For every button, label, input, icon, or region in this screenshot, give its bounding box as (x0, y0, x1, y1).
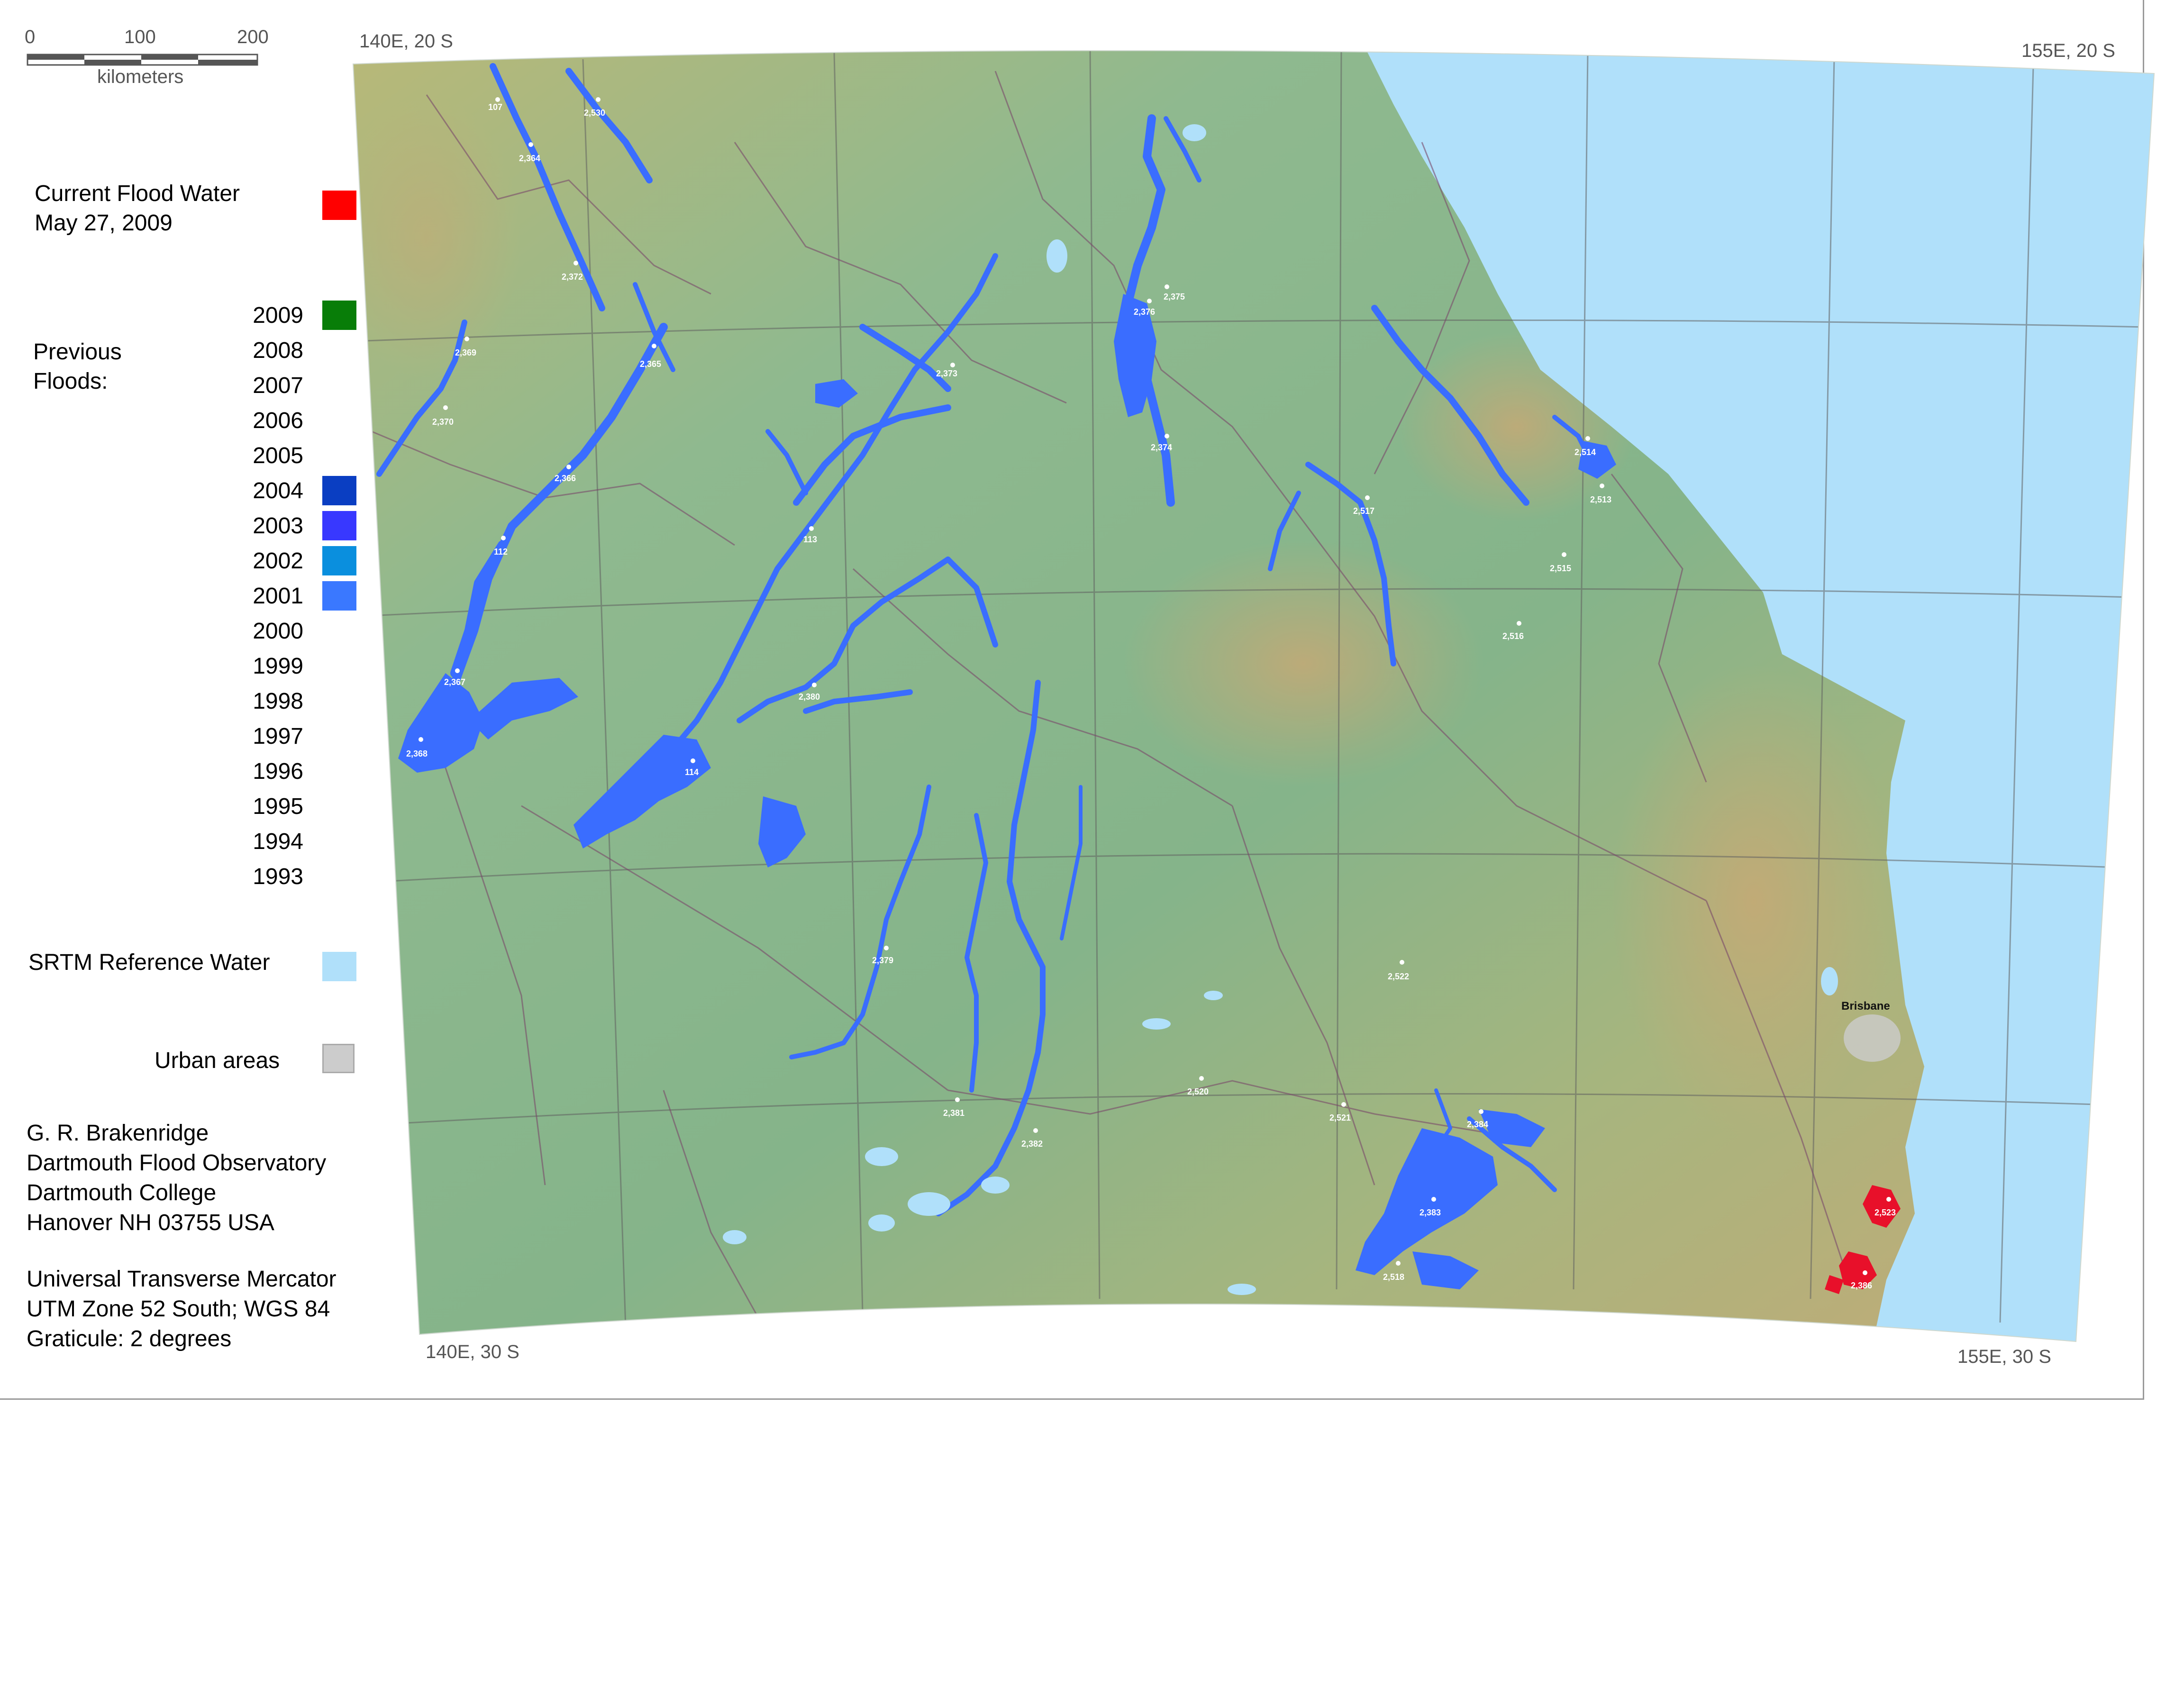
legend-swatch-2002 (322, 546, 356, 575)
legend-year-1995: 1995 (253, 794, 303, 819)
svg-text:2,382: 2,382 (1021, 1139, 1043, 1149)
svg-text:2,384: 2,384 (1467, 1120, 1488, 1129)
svg-text:114: 114 (685, 767, 699, 777)
legend-year-2003: 2003 (253, 513, 303, 538)
svg-text:2,513: 2,513 (1590, 495, 1611, 504)
legend-year-1998: 1998 (253, 689, 303, 714)
svg-text:2,375: 2,375 (1164, 292, 1185, 301)
credit-author: G. R. Brakenridge (27, 1121, 209, 1146)
svg-text:2,522: 2,522 (1388, 972, 1409, 981)
city-label-brisbane: Brisbane (1841, 1000, 1890, 1013)
legend-year-2004: 2004 (253, 478, 303, 503)
svg-text:2,523: 2,523 (1875, 1208, 1896, 1217)
scale-tick-100: 100 (124, 27, 156, 47)
legend-year-2000: 2000 (253, 619, 303, 644)
legend-year-1993: 1993 (253, 864, 303, 889)
corner-label-ne: 155E, 20 S (2021, 40, 2115, 61)
legend-year-2009: 2009 (253, 303, 303, 328)
svg-text:2,374: 2,374 (1151, 443, 1172, 452)
svg-text:2,514: 2,514 (1574, 447, 1596, 457)
legend-previous-floods-label: Previous (33, 339, 122, 365)
legend-year-2006: 2006 (253, 408, 303, 433)
svg-text:2,383: 2,383 (1420, 1208, 1441, 1217)
legend-swatch-srtm (322, 952, 356, 981)
svg-text:2,515: 2,515 (1550, 564, 1571, 573)
legend-year-2005: 2005 (253, 443, 303, 468)
projection-graticule: Graticule: 2 degrees (27, 1326, 232, 1351)
projection-name: Universal Transverse Mercator (27, 1267, 337, 1292)
legend-swatch-current-flood (322, 191, 356, 220)
scale-bar (27, 54, 258, 66)
legend-urban-label: Urban areas (155, 1048, 280, 1073)
legend-swatch-2003 (322, 511, 356, 540)
svg-text:2,379: 2,379 (872, 956, 893, 965)
legend-year-1997: 1997 (253, 724, 303, 749)
svg-text:2,367: 2,367 (444, 677, 465, 687)
svg-text:2,376: 2,376 (1134, 307, 1155, 317)
scale-tick-0: 0 (25, 27, 36, 47)
credit-college: Dartmouth College (27, 1180, 217, 1205)
scale-unit: kilometers (97, 66, 184, 87)
svg-text:2,369: 2,369 (455, 348, 476, 357)
svg-text:2,521: 2,521 (1329, 1113, 1351, 1122)
legend-current-flood-date: May 27, 2009 (35, 210, 173, 236)
legend-previous-floods-label-2: Floods: (33, 369, 108, 394)
scale-tick-200: 200 (237, 27, 269, 47)
legend-current-flood-title: Current Flood Water (35, 181, 240, 206)
flood-map[interactable]: 107 2,530 2,364 2,372 2,369 2,365 2,370 … (0, 0, 2184, 1688)
svg-text:107: 107 (488, 102, 502, 112)
svg-text:2,366: 2,366 (555, 474, 576, 483)
svg-text:2,364: 2,364 (519, 154, 540, 163)
legend-year-1999: 1999 (253, 654, 303, 679)
svg-text:2,370: 2,370 (432, 417, 454, 427)
svg-text:2,516: 2,516 (1502, 631, 1524, 641)
svg-text:2,381: 2,381 (943, 1108, 965, 1118)
svg-text:2,518: 2,518 (1383, 1272, 1404, 1282)
legend-year-1996: 1996 (253, 759, 303, 784)
legend-year-2001: 2001 (253, 584, 303, 609)
svg-text:2,372: 2,372 (562, 272, 583, 282)
credit-observatory: Dartmouth Flood Observatory (27, 1150, 327, 1176)
urban-area-brisbane (1844, 1014, 1901, 1062)
legend-swatch-2004 (322, 476, 356, 505)
corner-label-nw: 140E, 20 S (359, 31, 453, 52)
legend-year-2007: 2007 (253, 373, 303, 398)
svg-text:112: 112 (494, 547, 508, 557)
svg-text:2,530: 2,530 (584, 108, 605, 118)
svg-text:2,365: 2,365 (640, 359, 661, 369)
projection-zone: UTM Zone 52 South; WGS 84 (27, 1296, 330, 1322)
legend-swatch-2009 (322, 301, 356, 330)
corner-label-se: 155E, 30 S (1957, 1346, 2051, 1367)
svg-text:2,380: 2,380 (799, 692, 820, 702)
legend-swatch-urban (322, 1044, 355, 1073)
legend-year-2002: 2002 (253, 548, 303, 574)
svg-text:2,520: 2,520 (1187, 1087, 1209, 1096)
svg-text:113: 113 (803, 535, 817, 544)
svg-text:2,373: 2,373 (936, 369, 957, 378)
legend-swatch-2001 (322, 581, 356, 611)
legend-year-2008: 2008 (253, 338, 303, 363)
svg-text:2,386: 2,386 (1851, 1281, 1872, 1290)
legend-srtm-label: SRTM Reference Water (28, 950, 270, 975)
legend-year-1994: 1994 (253, 829, 303, 854)
credit-address: Hanover NH 03755 USA (27, 1210, 274, 1235)
corner-label-sw: 140E, 30 S (426, 1341, 519, 1362)
svg-text:2,368: 2,368 (406, 749, 428, 758)
svg-text:2,517: 2,517 (1353, 506, 1374, 516)
